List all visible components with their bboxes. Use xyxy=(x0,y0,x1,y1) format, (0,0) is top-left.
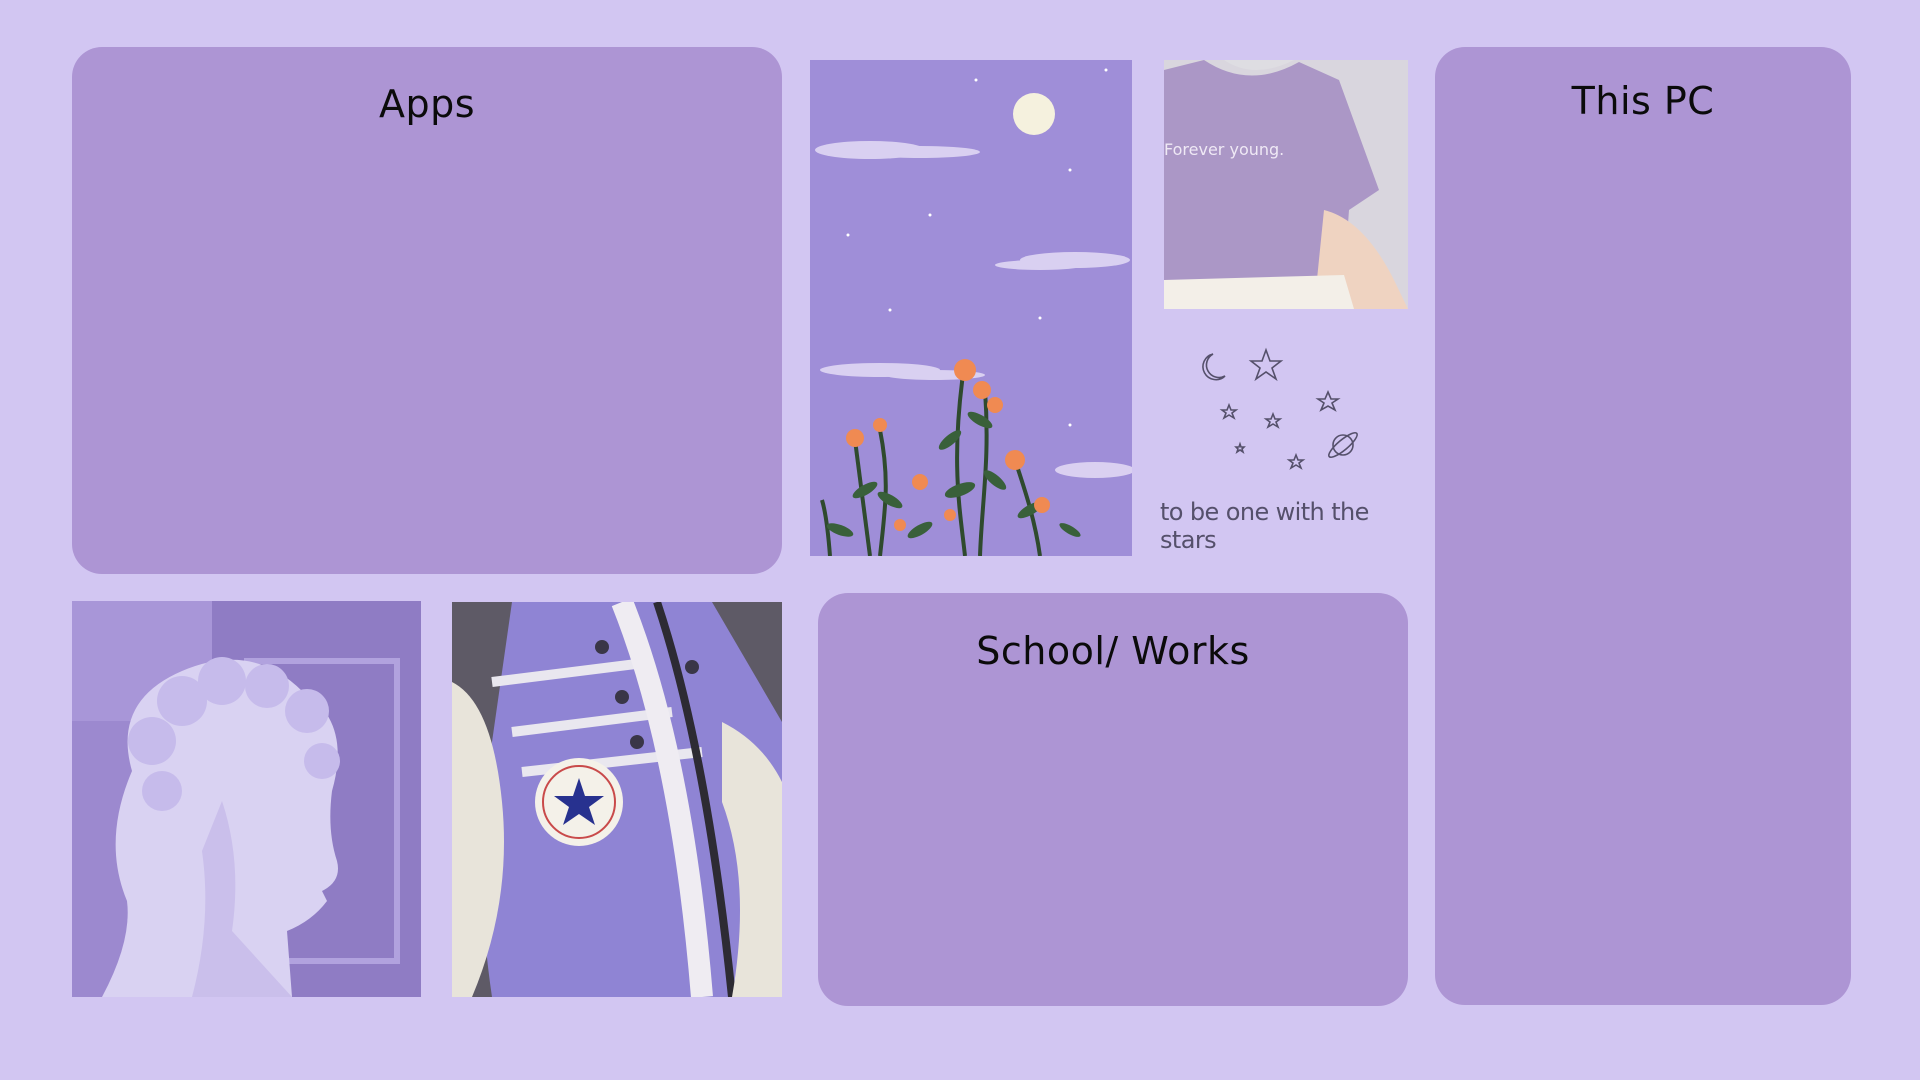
stars-quote-doodle: to be one with the stars xyxy=(1160,340,1410,554)
stars-quote-text: to be one with the stars xyxy=(1160,498,1369,554)
school-works-panel-title: School/ Works xyxy=(976,629,1250,673)
this-pc-panel[interactable]: This PC xyxy=(1435,47,1851,1005)
sneaker-image xyxy=(452,602,782,997)
statue-image xyxy=(72,601,421,997)
tshirt-caption: Forever young. xyxy=(1164,140,1285,159)
school-works-panel[interactable]: School/ Works xyxy=(818,593,1408,1006)
apps-panel-title: Apps xyxy=(378,82,476,126)
moon-flowers-image xyxy=(810,60,1132,556)
apps-panel[interactable]: Apps xyxy=(72,47,782,574)
this-pc-panel-title: This PC xyxy=(1571,79,1715,123)
tshirt-image: Forever young. xyxy=(1164,60,1408,309)
